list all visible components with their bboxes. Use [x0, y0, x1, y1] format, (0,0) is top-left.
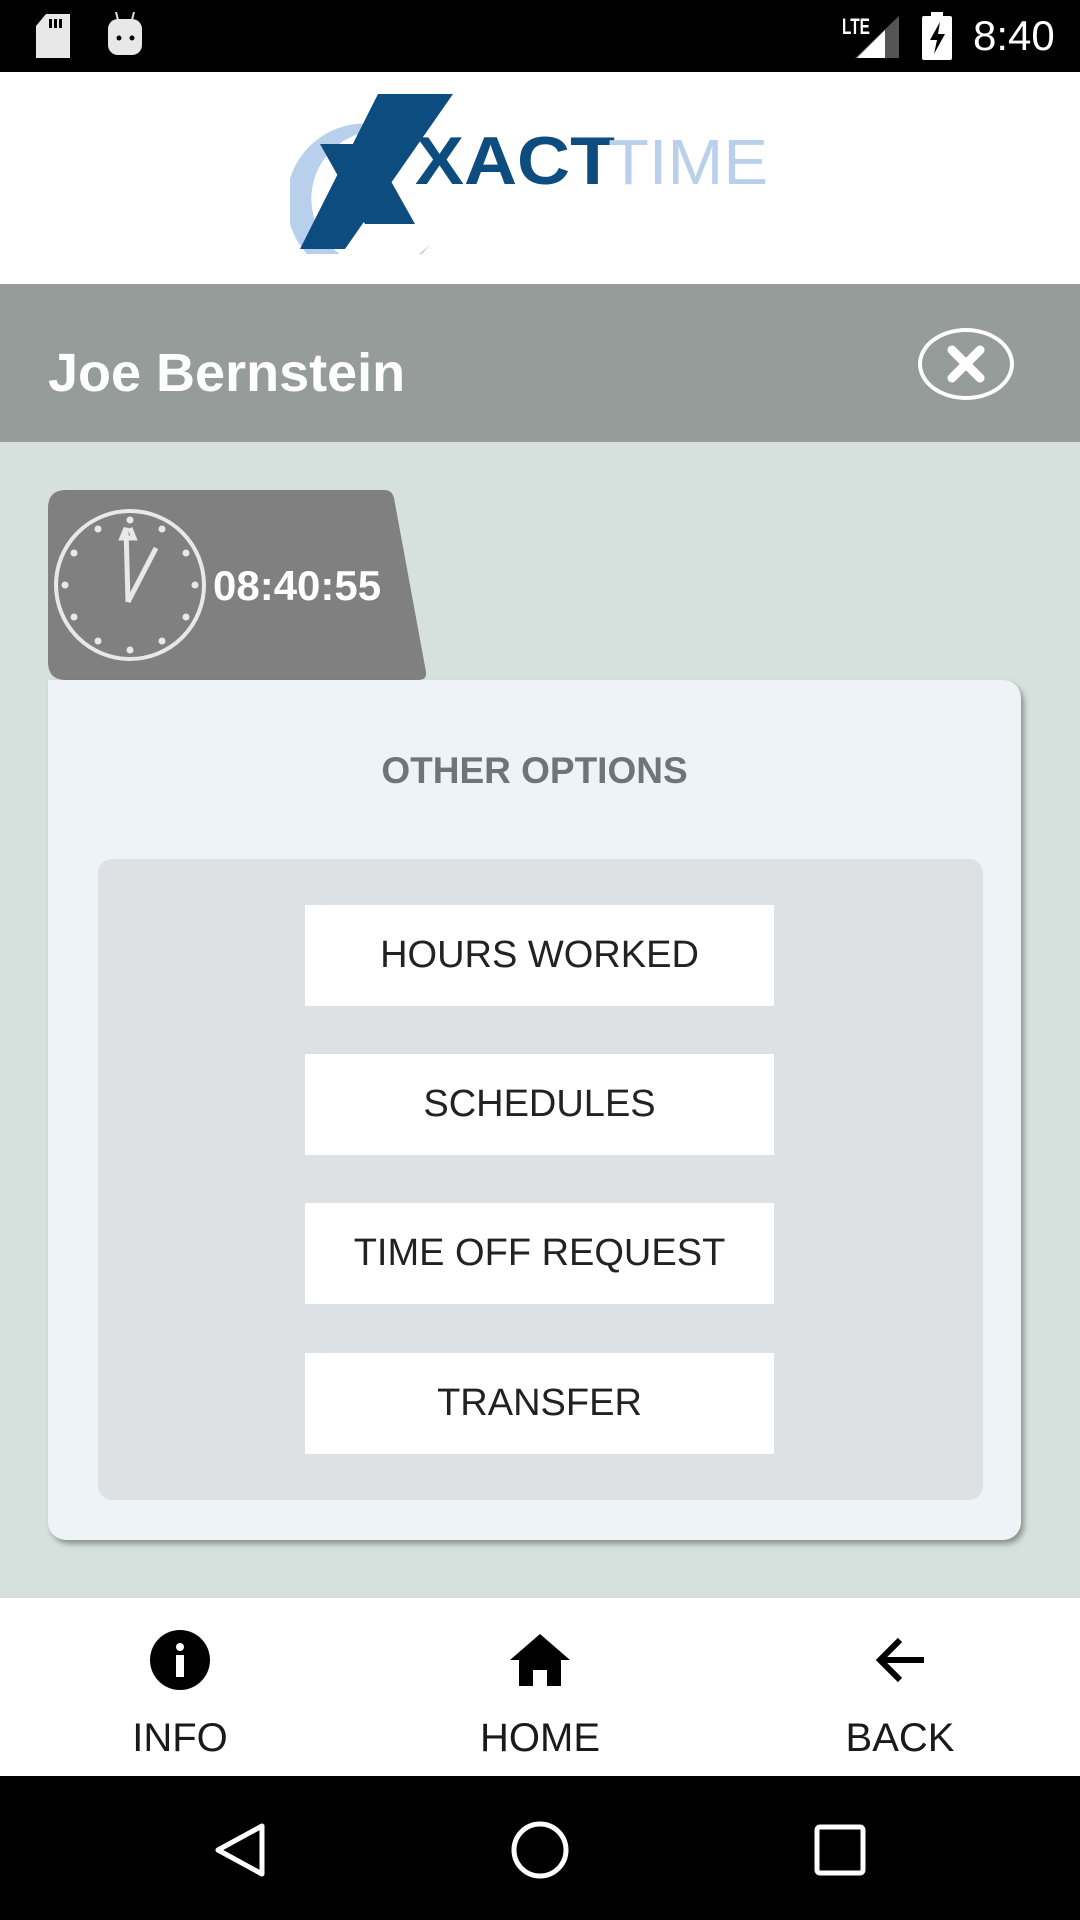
nav-back-label: BACK [845, 1716, 955, 1760]
android-debug-icon [108, 12, 142, 55]
options-panel: HOURS WORKED SCHEDULES TIME OFF REQUEST … [98, 859, 983, 1500]
recents-square-icon[interactable] [814, 1824, 866, 1876]
xact-time-logo: XACT TIME [290, 94, 768, 254]
system-nav-bar [0, 1776, 1080, 1920]
nav-back[interactable]: BACK [780, 1598, 1020, 1776]
card-title: OTHER OPTIONS [381, 750, 688, 791]
signal-icon [855, 16, 899, 58]
arrow-back-icon [875, 1637, 924, 1683]
sd-card-icon [36, 14, 70, 58]
logo-area: XACT TIME [0, 72, 1080, 284]
transfer-button[interactable]: TRANSFER [305, 1353, 774, 1454]
nav-home-label: HOME [480, 1716, 600, 1760]
nav-info[interactable]: INFO [60, 1598, 300, 1776]
logo-text-main: XACT [415, 123, 615, 199]
info-icon [150, 1630, 210, 1690]
clock-time: 08:40:55 [213, 562, 382, 609]
time-off-request-button[interactable]: TIME OFF REQUEST [305, 1203, 774, 1304]
other-options-card: OTHER OPTIONS HOURS WORKED SCHEDULES TIM… [48, 680, 1021, 1540]
schedules-button[interactable]: SCHEDULES [305, 1054, 774, 1155]
close-icon [947, 345, 985, 383]
home-circle-icon[interactable] [510, 1820, 570, 1880]
close-button[interactable] [918, 328, 1014, 400]
nav-info-label: INFO [132, 1716, 228, 1760]
bottom-nav: INFO HOME BACK [0, 1598, 1080, 1776]
nav-home[interactable]: HOME [420, 1598, 660, 1776]
status-bar: LTE 8:40 [0, 0, 1080, 72]
clock-status: 8:40 [973, 12, 1055, 59]
hours-worked-button[interactable]: HOURS WORKED [305, 905, 774, 1006]
logo-text-secondary: TIME [608, 126, 768, 198]
user-name: Joe Bernstein [48, 343, 406, 403]
battery-charging-icon [922, 12, 952, 60]
home-icon [510, 1634, 570, 1686]
back-triangle-icon[interactable] [214, 1822, 266, 1878]
